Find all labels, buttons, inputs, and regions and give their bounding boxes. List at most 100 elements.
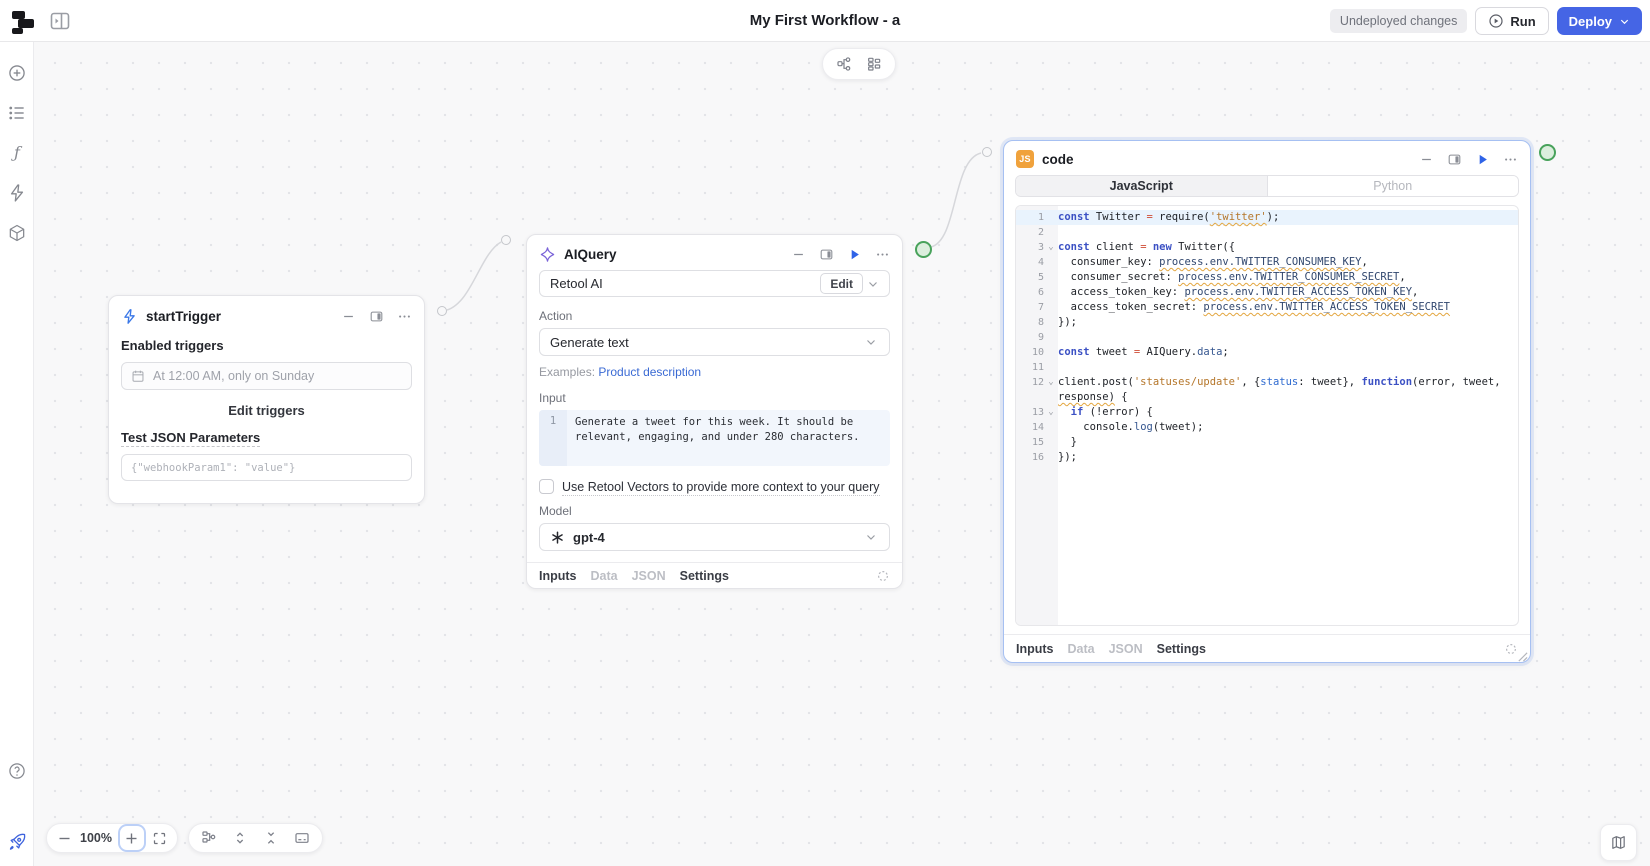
tab-settings[interactable]: Settings bbox=[1157, 642, 1206, 656]
code-line: 5 consumer_secret: process.env.TWITTER_C… bbox=[1016, 270, 1518, 285]
triggers-icon[interactable] bbox=[7, 183, 27, 203]
chevron-down-icon bbox=[865, 336, 877, 348]
code-line: 3⌄const client = new Twitter({ bbox=[1016, 240, 1518, 255]
blocks-list-icon[interactable] bbox=[7, 103, 27, 123]
edit-resource-button[interactable]: Edit bbox=[820, 273, 863, 294]
functions-icon[interactable]: ƒ bbox=[7, 143, 27, 163]
refresh-spinner-icon bbox=[1504, 642, 1518, 656]
model-select[interactable]: gpt-4 bbox=[539, 523, 890, 551]
run-button[interactable]: Run bbox=[1475, 7, 1548, 35]
code-output-port[interactable] bbox=[1539, 144, 1556, 161]
release-rocket-icon[interactable] bbox=[7, 832, 27, 852]
left-rail: ƒ bbox=[0, 42, 34, 866]
node-aiquery[interactable]: AIQuery Retool AI Edit Action Generate t… bbox=[526, 234, 903, 589]
more-options-icon[interactable] bbox=[1503, 152, 1518, 167]
expand-vertical-icon[interactable] bbox=[232, 830, 248, 846]
javascript-badge-icon: JS bbox=[1016, 150, 1034, 168]
open-panel-icon[interactable] bbox=[369, 309, 384, 324]
resource-selector[interactable]: Retool AI Edit bbox=[539, 270, 890, 297]
starttrigger-output-port[interactable] bbox=[437, 306, 447, 316]
open-panel-icon[interactable] bbox=[819, 247, 834, 262]
open-panel-icon[interactable] bbox=[1447, 152, 1462, 167]
zoom-level: 100% bbox=[80, 831, 112, 845]
code-line: 2 bbox=[1016, 225, 1518, 240]
chevron-down-icon bbox=[865, 531, 877, 543]
resource-value: Retool AI bbox=[550, 276, 820, 291]
minimize-icon[interactable] bbox=[341, 309, 356, 324]
layout-controls bbox=[188, 823, 323, 853]
more-options-icon[interactable] bbox=[397, 309, 412, 324]
more-options-icon[interactable] bbox=[875, 247, 890, 262]
language-tabs: JavaScript Python bbox=[1015, 175, 1519, 197]
resize-handle[interactable] bbox=[1517, 649, 1528, 660]
add-block-icon[interactable] bbox=[7, 63, 27, 83]
test-json-input[interactable] bbox=[121, 454, 412, 481]
action-label: Action bbox=[539, 309, 890, 323]
code-line: 10const tweet = AIQuery.data; bbox=[1016, 345, 1518, 360]
calendar-icon bbox=[131, 369, 145, 383]
edit-triggers-button[interactable]: Edit triggers bbox=[121, 403, 412, 418]
block-footer: Inputs Data JSON Settings bbox=[527, 562, 902, 588]
console-panel-icon[interactable] bbox=[294, 830, 310, 846]
code-line: 1const Twitter = require('twitter'); bbox=[1016, 210, 1518, 225]
fit-to-screen-icon[interactable] bbox=[152, 831, 167, 846]
trigger-schedule-value: At 12:00 AM, only on Sunday bbox=[153, 369, 314, 383]
graph-view-icon[interactable] bbox=[836, 56, 852, 72]
ai-sparkle-icon bbox=[539, 246, 556, 263]
code-input-port[interactable] bbox=[982, 147, 992, 157]
block-list-view-icon[interactable] bbox=[866, 56, 882, 72]
ai-input-editor[interactable]: 1 Generate a tweet for this week. It sho… bbox=[539, 410, 890, 466]
code-line: 6 access_token_key: process.env.TWITTER_… bbox=[1016, 285, 1518, 300]
tab-settings[interactable]: Settings bbox=[680, 569, 729, 583]
tab-json[interactable]: JSON bbox=[632, 569, 666, 583]
tab-inputs[interactable]: Inputs bbox=[539, 569, 577, 583]
action-select[interactable]: Generate text bbox=[539, 328, 890, 356]
run-block-icon[interactable] bbox=[1475, 152, 1490, 167]
block-footer: Inputs Data JSON Settings bbox=[1004, 634, 1530, 662]
chevron-down-icon bbox=[1619, 16, 1630, 27]
examples-row: Examples: Product description bbox=[539, 365, 890, 379]
code-line: 8}); bbox=[1016, 315, 1518, 330]
node-starttrigger[interactable]: startTrigger Enabled triggers At 12:00 A… bbox=[108, 295, 425, 504]
collapse-vertical-icon[interactable] bbox=[263, 830, 279, 846]
help-icon[interactable] bbox=[7, 761, 27, 781]
chevron-down-icon bbox=[867, 278, 879, 290]
trigger-bolt-icon bbox=[121, 308, 138, 325]
code-editor[interactable]: 1const Twitter = require('twitter');2 3⌄… bbox=[1015, 205, 1519, 626]
run-block-icon[interactable] bbox=[847, 247, 862, 262]
minimize-icon[interactable] bbox=[1419, 152, 1434, 167]
input-label: Input bbox=[539, 391, 890, 405]
aiquery-input-port[interactable] bbox=[501, 235, 511, 245]
ai-input-text: Generate a tweet for this week. It shoul… bbox=[567, 410, 890, 466]
minimize-icon[interactable] bbox=[791, 247, 806, 262]
resources-icon[interactable] bbox=[7, 223, 27, 243]
node-title: startTrigger bbox=[146, 309, 333, 324]
auto-layout-icon[interactable] bbox=[201, 830, 217, 846]
tab-data[interactable]: Data bbox=[591, 569, 618, 583]
tab-inputs[interactable]: Inputs bbox=[1016, 642, 1054, 656]
deploy-button[interactable]: Deploy bbox=[1557, 7, 1642, 35]
zoom-out-button[interactable] bbox=[57, 831, 72, 846]
code-line: 14 console.log(tweet); bbox=[1016, 420, 1518, 435]
trigger-schedule-field[interactable]: At 12:00 AM, only on Sunday bbox=[121, 362, 412, 390]
top-bar: My First Workflow - a Undeployed changes… bbox=[0, 0, 1650, 42]
tab-javascript[interactable]: JavaScript bbox=[1016, 176, 1267, 196]
vectors-checkbox[interactable] bbox=[539, 479, 554, 494]
product-description-link[interactable]: Product description bbox=[598, 365, 701, 379]
node-title: code bbox=[1042, 152, 1411, 167]
tab-data[interactable]: Data bbox=[1068, 642, 1095, 656]
code-line: 12⌄client.post('statuses/update', {statu… bbox=[1016, 375, 1518, 405]
tab-python[interactable]: Python bbox=[1267, 176, 1519, 196]
model-value: gpt-4 bbox=[573, 530, 861, 545]
node-code[interactable]: JS code JavaScript Python 1const Twitter… bbox=[1003, 140, 1531, 663]
aiquery-output-port[interactable] bbox=[915, 241, 932, 258]
tab-json[interactable]: JSON bbox=[1109, 642, 1143, 656]
play-circle-icon bbox=[1488, 13, 1504, 29]
openai-icon bbox=[550, 530, 565, 545]
test-json-label: Test JSON Parameters bbox=[121, 430, 412, 445]
zoom-in-button[interactable] bbox=[120, 826, 144, 850]
code-editor-lines: 1const Twitter = require('twitter');2 3⌄… bbox=[1016, 206, 1518, 465]
action-value: Generate text bbox=[550, 335, 861, 350]
enabled-triggers-label: Enabled triggers bbox=[121, 338, 412, 353]
minimap-toggle-button[interactable] bbox=[1600, 824, 1637, 861]
